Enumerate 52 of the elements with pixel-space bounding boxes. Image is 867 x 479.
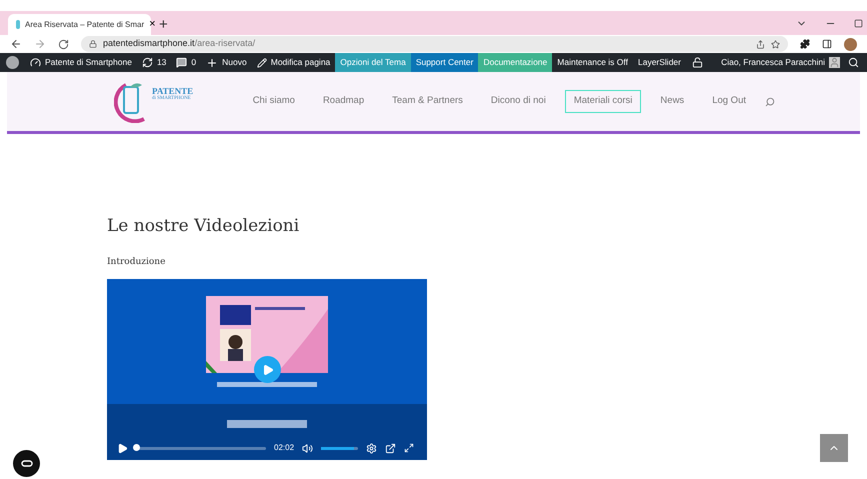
share-icon[interactable] bbox=[756, 40, 765, 48]
progress-track[interactable] bbox=[136, 446, 266, 450]
side-panel-icon[interactable] bbox=[822, 39, 832, 49]
user-avatar-icon bbox=[829, 57, 840, 68]
page-title: Le nostre Videolezioni bbox=[107, 215, 300, 238]
address-bar[interactable]: patentedismartphone.it/area-riservata/ bbox=[81, 36, 788, 52]
site-link[interactable]: Patente di Smartphone bbox=[25, 53, 137, 72]
user-greeting[interactable]: Ciao, Francesca Paracchini bbox=[721, 56, 825, 69]
close-tab-button[interactable]: × bbox=[149, 19, 156, 30]
updates-link[interactable]: 13 bbox=[136, 53, 172, 72]
section-title: Introduzione bbox=[107, 256, 166, 268]
fullscreen-icon[interactable] bbox=[404, 443, 414, 453]
new-link[interactable]: Nuovo bbox=[201, 53, 252, 72]
new-tab-button[interactable]: + bbox=[159, 17, 168, 32]
nav-link[interactable]: Team & Partners bbox=[383, 90, 472, 113]
nav-link[interactable]: Log Out bbox=[703, 90, 755, 113]
volume-icon[interactable] bbox=[302, 442, 314, 454]
nav-link[interactable]: Roadmap bbox=[314, 90, 374, 113]
plus-icon bbox=[206, 56, 218, 68]
nav-link[interactable]: Chi siamo bbox=[244, 90, 304, 113]
refresh-icon bbox=[142, 57, 153, 68]
edit-page-link[interactable]: Modifica pagina bbox=[252, 53, 336, 72]
settings-icon[interactable] bbox=[366, 442, 378, 454]
star-icon[interactable] bbox=[771, 40, 780, 48]
comment-icon bbox=[176, 57, 188, 68]
logo-title: PATENTE bbox=[152, 86, 194, 96]
play-icon bbox=[262, 364, 274, 376]
extensions-icon[interactable] bbox=[800, 39, 810, 49]
time-display: 02:02 bbox=[274, 442, 294, 454]
lock-icon[interactable] bbox=[692, 57, 703, 68]
play-icon[interactable] bbox=[117, 442, 128, 454]
captions-icon bbox=[20, 460, 32, 467]
profile-avatar[interactable] bbox=[844, 38, 857, 50]
nav-link[interactable]: Dicono di noi bbox=[482, 90, 555, 113]
url-text: patentedismartphone.it/area-riservata/ bbox=[103, 37, 256, 50]
reload-icon[interactable] bbox=[58, 38, 69, 50]
menu-link[interactable]: Support Center bbox=[410, 53, 478, 72]
pencil-icon bbox=[256, 58, 267, 68]
tab-title: Area Riservata – Patente di Smar bbox=[25, 18, 144, 30]
menu-link[interactable]: Maintenance is Off bbox=[552, 53, 633, 72]
menu-link[interactable]: LayerSlider bbox=[632, 53, 686, 72]
lock-icon bbox=[89, 40, 97, 48]
dashboard-icon bbox=[30, 57, 41, 68]
back-icon[interactable] bbox=[10, 38, 22, 50]
favicon-icon bbox=[16, 20, 20, 29]
nav-link[interactable]: Materiali corsi bbox=[564, 90, 642, 113]
captions-button[interactable] bbox=[13, 450, 40, 477]
popout-icon[interactable] bbox=[385, 442, 396, 454]
comments-link[interactable]: 0 bbox=[171, 53, 202, 72]
maximize-icon[interactable] bbox=[854, 19, 863, 28]
video-player[interactable]: 02:02 bbox=[107, 279, 427, 460]
nav-link[interactable]: News bbox=[651, 90, 694, 113]
